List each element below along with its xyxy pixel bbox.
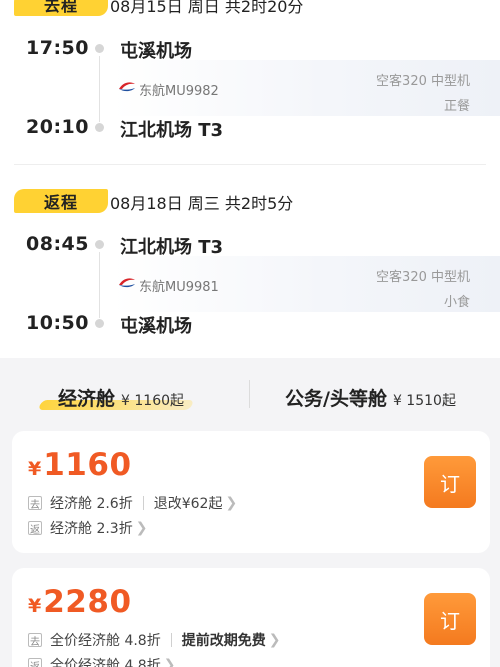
outbound-flight-info[interactable]: 东航MU9982 空客320 中型机 正餐 [112, 60, 500, 116]
outbound-date: 08月15日 周日 共2时20分 [110, 0, 304, 16]
price-amount: 2280 [43, 584, 132, 620]
go-cabin-discount: 全价经济舱 4.8折 [50, 633, 161, 649]
return-tag: 返程 [14, 189, 108, 213]
tab-business-label: 公务/头等舱 [285, 388, 387, 410]
fare-price: ¥ 1160 [28, 447, 132, 483]
tab-economy-price: ¥ 1160起 [121, 393, 185, 409]
tab-separator [249, 380, 250, 408]
back-badge: 返 [28, 658, 42, 667]
tab-business-first[interactable]: 公务/头等舱 ¥ 1510起 [285, 384, 456, 411]
timeline-dot [95, 319, 104, 328]
aircraft-type: 空客320 中型机 [376, 74, 470, 89]
back-badge: 返 [28, 521, 42, 536]
fare-card[interactable]: ¥ 2280 去 全价经济舱 4.8折 提前改期免费 ❯ 返 全价经济舱 4.8… [12, 568, 490, 667]
meal-info: 小食 [443, 295, 470, 310]
go-badge: 去 [28, 633, 42, 648]
currency-symbol: ¥ [28, 458, 42, 480]
free-change-link[interactable]: 提前改期免费 [182, 630, 266, 650]
chevron-right-icon: ❯ [225, 495, 238, 511]
return-depart-time: 08:45 [26, 233, 89, 255]
timeline-line [99, 56, 100, 122]
tab-business-price: ¥ 1510起 [392, 393, 456, 409]
outbound-depart-time: 17:50 [26, 37, 89, 59]
fare-price: ¥ 2280 [28, 584, 132, 620]
outbound-arrive-airport: 江北机场 T3 [120, 120, 224, 141]
fare-go-row: 去 全价经济舱 4.8折 提前改期免费 ❯ [28, 630, 280, 650]
book-button[interactable]: 订 [424, 593, 476, 645]
go-badge: 去 [28, 496, 42, 511]
aircraft-type: 空客320 中型机 [376, 270, 470, 285]
separator [170, 633, 172, 647]
outbound-arrive-time: 20:10 [26, 116, 89, 138]
cabin-tabs: 经济舱 ¥ 1160起 公务/头等舱 ¥ 1510起 [0, 358, 500, 430]
timeline-dot [95, 123, 104, 132]
chevron-right-icon: ❯ [268, 632, 281, 648]
china-eastern-logo-icon [119, 82, 135, 92]
separator [142, 496, 144, 510]
fare-back-row: 返 经济舱 2.3折 ❯ [28, 518, 147, 538]
return-date: 08月18日 周三 共2时5分 [110, 194, 294, 213]
flight-summary-card: 去程 08月15日 周日 共2时20分 17:50 屯溪机场 东航MU9982 … [0, 0, 500, 358]
back-cabin-discount[interactable]: 经济舱 2.3折 [50, 518, 133, 538]
chevron-right-icon: ❯ [135, 520, 148, 536]
go-cabin-discount: 经济舱 2.6折 [50, 496, 133, 512]
book-button[interactable]: 订 [424, 456, 476, 508]
fare-go-row: 去 经济舱 2.6折 退改¥62起 ❯ [28, 493, 237, 513]
refund-change-link[interactable]: 退改¥62起 [154, 493, 223, 513]
meal-info: 正餐 [443, 99, 470, 114]
fare-card[interactable]: ¥ 1160 去 经济舱 2.6折 退改¥62起 ❯ 返 经济舱 2.3折 ❯ … [12, 431, 490, 553]
back-cabin-discount[interactable]: 全价经济舱 4.8折 [50, 655, 161, 667]
china-eastern-logo-icon [119, 278, 135, 288]
timeline-line [99, 252, 100, 318]
currency-symbol: ¥ [28, 595, 42, 617]
airline-name: 东航MU9982 [139, 84, 219, 99]
return-flight-info[interactable]: 东航MU9981 空客320 中型机 小食 [112, 256, 500, 312]
price-amount: 1160 [43, 447, 132, 483]
chevron-right-icon: ❯ [163, 657, 176, 667]
return-arrive-time: 10:50 [26, 312, 89, 334]
tab-economy[interactable]: 经济舱 ¥ 1160起 [58, 384, 184, 411]
airline-name: 东航MU9981 [139, 280, 219, 295]
timeline-dot [95, 240, 104, 249]
fare-back-row: 返 全价经济舱 4.8折 ❯ [28, 655, 175, 667]
timeline-dot [95, 44, 104, 53]
divider [14, 164, 486, 165]
tab-economy-label: 经济舱 [58, 388, 116, 410]
return-arrive-airport: 屯溪机场 [120, 316, 192, 337]
outbound-tag: 去程 [14, 0, 108, 16]
